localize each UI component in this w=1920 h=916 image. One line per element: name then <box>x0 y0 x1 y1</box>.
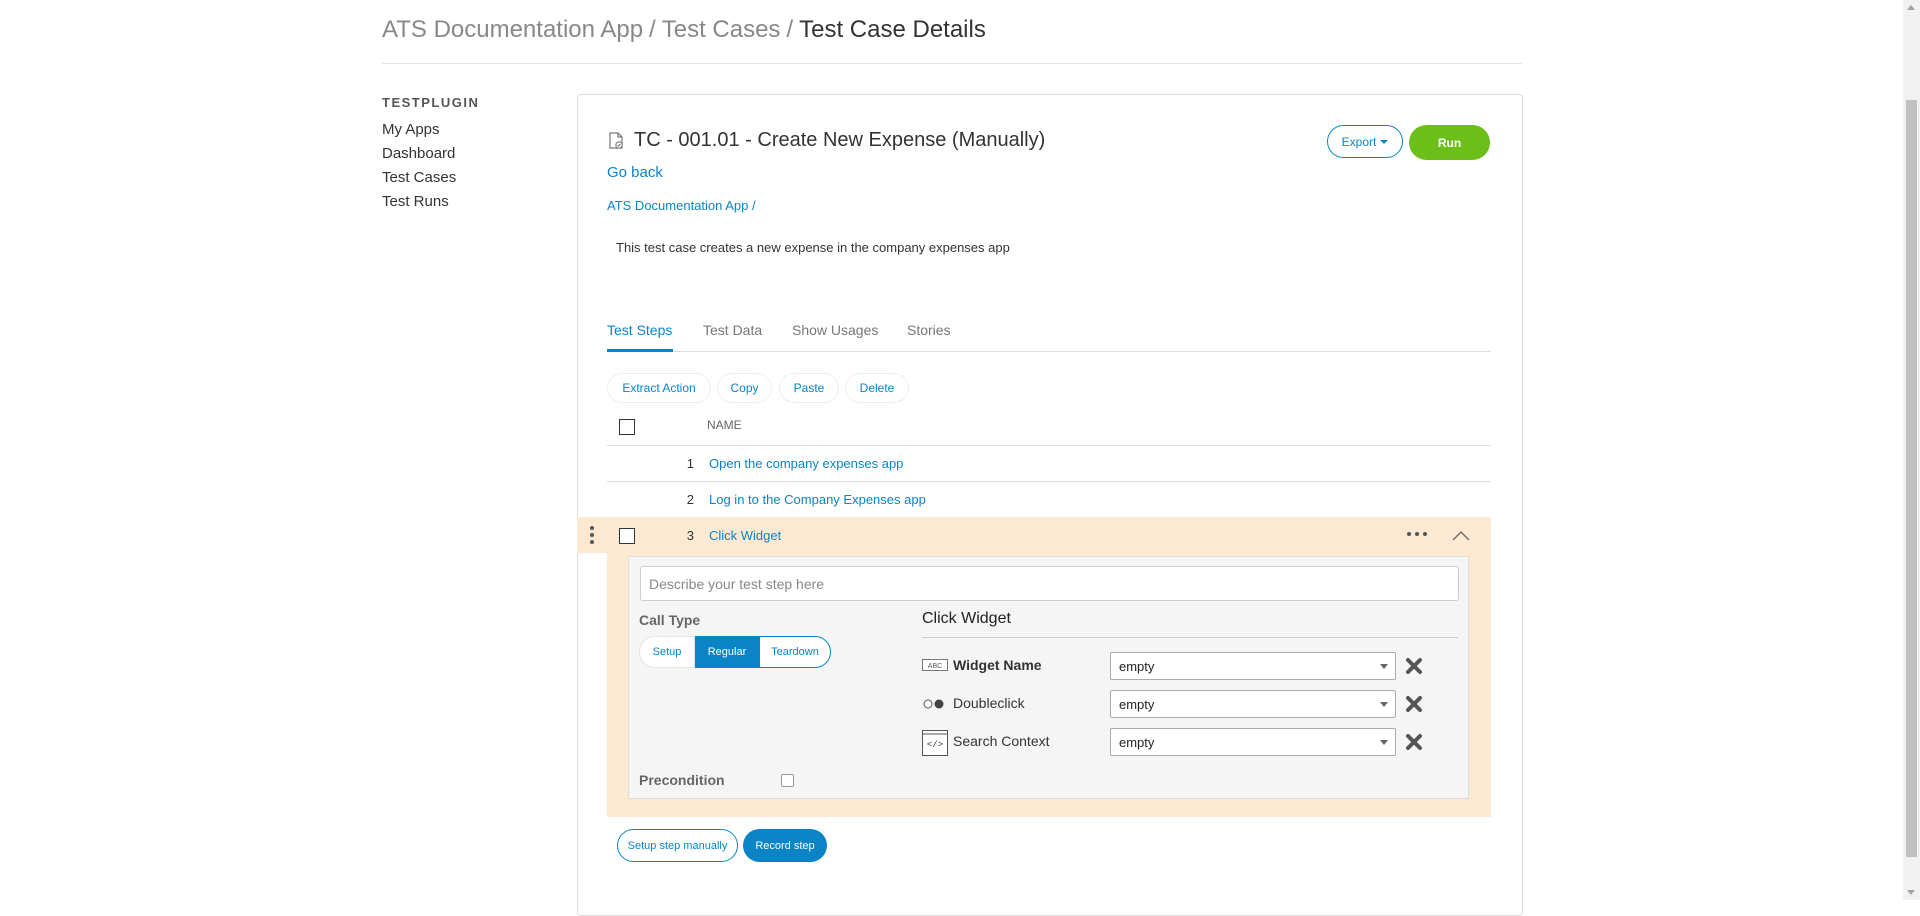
drag-handle-icon[interactable] <box>590 526 594 544</box>
action-title-divider <box>922 637 1458 638</box>
clear-widget-name-icon[interactable] <box>1404 656 1424 676</box>
sidebar-item-test-cases[interactable]: Test Cases <box>382 169 456 186</box>
active-tab-indicator <box>607 349 673 352</box>
scroll-down-arrow-icon[interactable] <box>1907 890 1915 895</box>
export-button[interactable]: Export <box>1327 125 1403 158</box>
more-options-icon[interactable] <box>1407 530 1427 538</box>
breadcrumb-test-cases[interactable]: Test Cases <box>662 16 781 43</box>
sidebar-title: TESTPLUGIN <box>382 95 480 110</box>
action-title: Click Widget <box>922 610 1011 627</box>
call-type-teardown[interactable]: Teardown <box>759 636 831 668</box>
sidebar-item-dashboard[interactable]: Dashboard <box>382 145 455 162</box>
precondition-checkbox[interactable] <box>781 774 794 787</box>
sidebar-item-my-apps[interactable]: My Apps <box>382 121 440 138</box>
svg-text:</>: </> <box>927 740 943 750</box>
setup-step-manually-button[interactable]: Setup step manually <box>617 829 738 862</box>
widget-name-select[interactable]: empty <box>1110 652 1396 680</box>
scrollbar-thumb[interactable] <box>1906 100 1917 857</box>
dropdown-arrow-icon <box>1380 702 1388 707</box>
go-back-link[interactable]: Go back <box>607 164 663 181</box>
copy-button[interactable]: Copy <box>717 373 772 403</box>
call-type-regular[interactable]: Regular <box>695 636 759 668</box>
call-type-setup[interactable]: Setup <box>639 636 695 668</box>
column-header-name: NAME <box>707 418 742 432</box>
app-breadcrumb-link[interactable]: ATS Documentation App / <box>607 198 756 213</box>
clear-search-context-icon[interactable] <box>1404 732 1424 752</box>
call-type-label: Call Type <box>639 612 701 628</box>
step-link-click-widget[interactable]: Click Widget <box>709 528 781 543</box>
row-number: 3 <box>686 528 694 543</box>
row-number: 1 <box>686 456 694 471</box>
select-value: empty <box>1119 734 1155 750</box>
row-checkbox[interactable] <box>619 528 635 544</box>
step-link-login[interactable]: Log in to the Company Expenses app <box>709 492 926 507</box>
select-value: empty <box>1119 696 1155 712</box>
call-type-segmented-control: Setup Regular Teardown <box>639 636 831 668</box>
dropdown-arrow-icon <box>1380 664 1388 669</box>
svg-text:ABC: ABC <box>928 663 942 670</box>
run-button[interactable]: Run <box>1409 125 1490 160</box>
sidebar-item-test-runs[interactable]: Test Runs <box>382 193 449 210</box>
tab-test-steps[interactable]: Test Steps <box>607 322 672 338</box>
extract-action-button[interactable]: Extract Action <box>607 373 711 403</box>
text-abc-icon: ABC <box>922 659 948 671</box>
select-all-checkbox[interactable] <box>619 419 635 435</box>
delete-button[interactable]: Delete <box>845 373 909 403</box>
code-context-icon: </> <box>922 730 948 756</box>
export-label: Export <box>1341 134 1377 149</box>
clear-doubleclick-icon[interactable] <box>1404 694 1424 714</box>
row-divider <box>607 481 1491 482</box>
tab-show-usages[interactable]: Show Usages <box>792 322 878 338</box>
dropdown-arrow-icon <box>1380 740 1388 745</box>
tab-stories[interactable]: Stories <box>907 322 951 338</box>
test-case-title: TC - 001.01 - Create New Expense (Manual… <box>634 129 1046 151</box>
test-case-description: This test case creates a new expense in … <box>616 240 1010 255</box>
breadcrumb-separator: / <box>649 16 656 43</box>
record-step-button[interactable]: Record step <box>743 829 827 862</box>
param-name-search-context: Search Context <box>953 733 1050 749</box>
chevron-up-icon[interactable] <box>1452 530 1470 541</box>
row-number: 2 <box>686 492 694 507</box>
scroll-up-arrow-icon[interactable] <box>1907 5 1915 10</box>
caret-down-icon <box>1380 139 1389 144</box>
test-case-document-icon <box>609 132 623 149</box>
search-context-select[interactable]: empty <box>1110 728 1396 756</box>
precondition-label: Precondition <box>639 772 725 788</box>
breadcrumb-separator: / <box>786 16 794 43</box>
breadcrumb-current: Test Case Details <box>799 16 986 43</box>
tab-test-data[interactable]: Test Data <box>703 322 762 338</box>
header-divider-line <box>607 445 1491 446</box>
param-name-widget-name: Widget Name <box>953 657 1042 673</box>
paste-button[interactable]: Paste <box>779 373 839 403</box>
step-link-open-app[interactable]: Open the company expenses app <box>709 456 903 471</box>
step-description-input[interactable] <box>640 566 1459 601</box>
param-name-doubleclick: Doubleclick <box>953 695 1025 711</box>
breadcrumb-app[interactable]: ATS Documentation App <box>382 16 643 43</box>
boolean-radio-icon <box>923 699 944 709</box>
select-value: empty <box>1119 658 1155 674</box>
header-divider <box>382 63 1522 64</box>
breadcrumb: ATS Documentation App / Test Cases / Test Ca… <box>382 16 986 44</box>
tabs-divider <box>607 351 1491 352</box>
doubleclick-select[interactable]: empty <box>1110 690 1396 718</box>
